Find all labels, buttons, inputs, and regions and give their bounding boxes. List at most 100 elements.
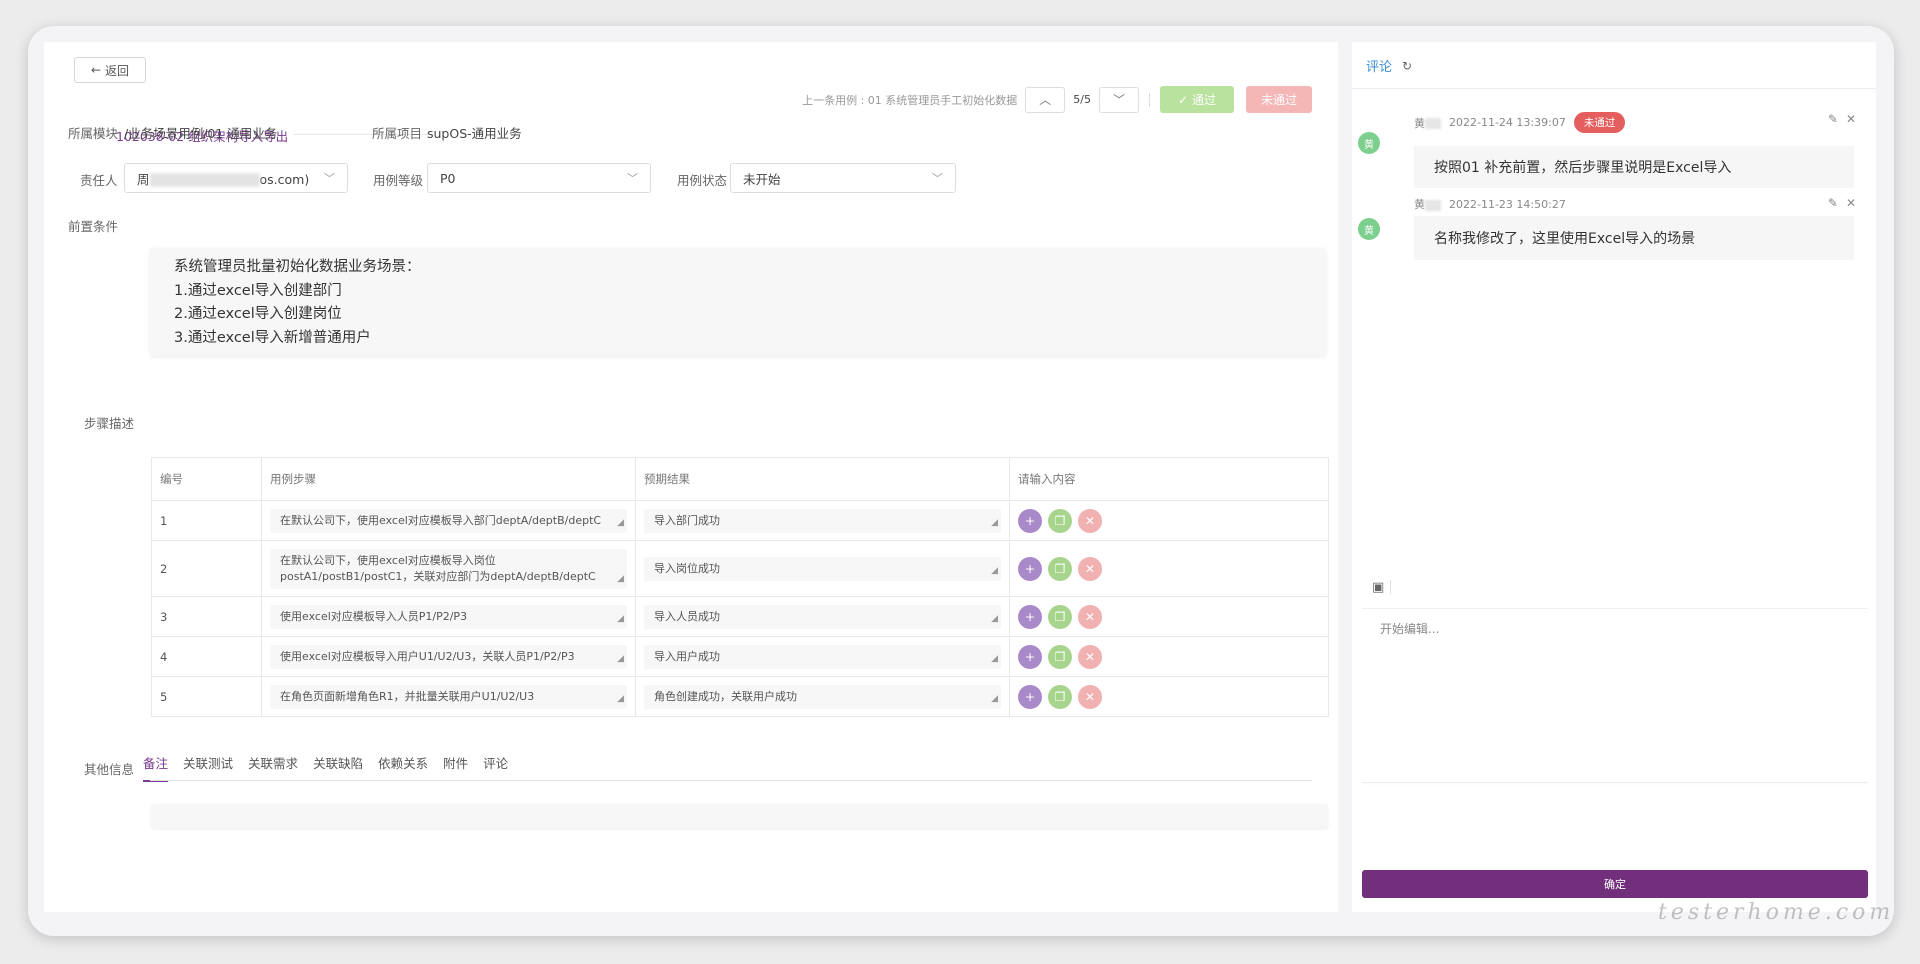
edit-icon[interactable]: ✎ [1828, 112, 1838, 126]
step-text: 在默认公司下，使用excel对应模板导入部门deptA/deptB/deptC [280, 513, 602, 527]
owner-select[interactable]: 周 os.com) ﹀ [124, 163, 348, 193]
resize-grip-icon[interactable]: ◢ [617, 691, 624, 707]
resize-grip-icon[interactable]: ◢ [617, 571, 624, 587]
check-icon: ✓ [1177, 92, 1189, 107]
trash-icon: ✕ [1084, 609, 1096, 624]
delete-step-button[interactable]: ✕ [1078, 604, 1102, 629]
toolbar-divider [1149, 92, 1150, 107]
back-button[interactable]: ← 返回 [74, 57, 146, 83]
close-icon[interactable]: ✕ [1846, 196, 1856, 210]
comments-header-divider [1352, 88, 1876, 89]
close-icon[interactable]: ✕ [1846, 112, 1856, 126]
delete-step-button[interactable]: ✕ [1078, 556, 1102, 581]
prev-case-link[interactable]: 上一条用例 : 01 系统管理员手工初始化数据 [802, 92, 1017, 108]
arrow-left-icon: ← [90, 63, 102, 77]
copy-icon: ❐ [1054, 689, 1066, 704]
plus-icon: + [1024, 689, 1036, 704]
step-input[interactable]: 在默认公司下，使用excel对应模板导入岗位postA1/postB1/post… [270, 548, 627, 589]
avatar: 黄 [1358, 218, 1380, 240]
comments-title: 评论 [1366, 60, 1393, 75]
tab-dependencies[interactable]: 依赖关系 [378, 754, 428, 782]
refresh-icon[interactable]: ↻ [1402, 59, 1412, 73]
expect-input[interactable]: 角色创建成功，关联用户成功 ◢ [644, 684, 1001, 709]
status-select[interactable]: 未开始 ﹀ [730, 163, 956, 193]
module-value: /业务场景用例/01 通用业务 [124, 126, 278, 141]
expect-input[interactable]: 导入岗位成功 ◢ [644, 556, 1001, 581]
watermark-text: testerhome.com [1658, 900, 1895, 925]
comment-author: 黄 [1414, 115, 1441, 131]
comment-editor[interactable]: 开始编辑... [1380, 620, 1439, 637]
delete-step-button[interactable]: ✕ [1078, 684, 1102, 709]
step-text: 在角色页面新增角色R1，并批量关联用户U1/U2/U3 [280, 689, 535, 703]
resize-grip-icon[interactable]: ◢ [617, 611, 624, 627]
delete-step-button[interactable]: ✕ [1078, 508, 1102, 533]
comment-item: 黄 黄 2022-11-23 14:50:27 ✎ ✕ 名称我修改了，这里使用E… [1358, 192, 1866, 272]
copy-step-button[interactable]: ❐ [1048, 644, 1072, 669]
resize-grip-icon[interactable]: ◢ [991, 691, 998, 707]
image-icon[interactable]: ▣ [1372, 580, 1384, 595]
level-select[interactable]: P0 ﹀ [427, 163, 651, 193]
comment-time: 2022-11-24 13:39:07 [1449, 116, 1566, 129]
tab-related-defects[interactable]: 关联缺陷 [313, 754, 363, 782]
copy-icon: ❐ [1054, 609, 1066, 624]
expect-input[interactable]: 导入部门成功 ◢ [644, 508, 1001, 533]
precond-editor[interactable]: 系统管理员批量初始化数据业务场景： 1.通过excel导入创建部门 2.通过ex… [150, 248, 1326, 356]
resize-grip-icon[interactable]: ◢ [617, 651, 624, 667]
resize-grip-icon[interactable]: ◢ [617, 515, 624, 531]
expect-input[interactable]: 导入用户成功 ◢ [644, 644, 1001, 669]
tab-comments[interactable]: 评论 [483, 754, 508, 782]
copy-step-button[interactable]: ❐ [1048, 604, 1072, 629]
avatar: 黄 [1358, 132, 1380, 154]
table-row: 1 在默认公司下，使用excel对应模板导入部门deptA/deptB/dept… [151, 500, 1329, 541]
step-input[interactable]: 使用excel对应模板导入人员P1/P2/P3 ◢ [270, 604, 627, 629]
copy-step-button[interactable]: ❐ [1048, 556, 1072, 581]
notes-editor[interactable] [151, 804, 1328, 828]
precond-label: 前置条件 [68, 219, 119, 234]
trash-icon: ✕ [1084, 561, 1096, 576]
step-input[interactable]: 使用excel对应模板导入用户U1/U2/U3，关联人员P1/P2/P3 ◢ [270, 644, 627, 669]
tab-related-tests[interactable]: 关联测试 [183, 754, 233, 782]
edit-icon[interactable]: ✎ [1828, 196, 1838, 210]
pass-button[interactable]: ✓ 通过 [1160, 86, 1234, 113]
expect-text: 导入部门成功 [654, 513, 720, 527]
step-text: 使用excel对应模板导入人员P1/P2/P3 [280, 609, 468, 623]
comment-author: 黄 [1414, 196, 1441, 212]
next-case-button[interactable]: ﹀ [1099, 86, 1139, 113]
add-step-button[interactable]: + [1018, 604, 1042, 629]
col-header-ops: 请输入内容 [1009, 457, 1329, 501]
precond-line: 系统管理员批量初始化数据业务场景： [174, 259, 421, 275]
status-value: 未开始 [743, 171, 781, 187]
expect-input[interactable]: 导入人员成功 ◢ [644, 604, 1001, 629]
confirm-button[interactable]: 确定 [1362, 870, 1868, 898]
table-row: 4 使用excel对应模板导入用户U1/U2/U3，关联人员P1/P2/P3 ◢ … [151, 636, 1329, 677]
trash-icon: ✕ [1084, 649, 1096, 664]
precond-line: 3.通过excel导入新增普通用户 [174, 329, 371, 346]
prev-case-button[interactable]: ︿ [1025, 86, 1066, 113]
add-step-button[interactable]: + [1018, 556, 1042, 581]
delete-step-button[interactable]: ✕ [1078, 644, 1102, 669]
tab-related-requirements[interactable]: 关联需求 [248, 754, 298, 782]
add-step-button[interactable]: + [1018, 644, 1042, 669]
owner-label: 责任人 [80, 173, 118, 188]
resize-grip-icon[interactable]: ◢ [991, 611, 998, 627]
copy-step-button[interactable]: ❐ [1048, 508, 1072, 533]
chevron-down-icon: ﹀ [1112, 93, 1125, 107]
add-step-button[interactable]: + [1018, 684, 1042, 709]
row-actions: + ❐ ✕ [1018, 684, 1320, 709]
resize-grip-icon[interactable]: ◢ [991, 515, 998, 531]
add-step-button[interactable]: + [1018, 508, 1042, 533]
level-label: 用例等级 [373, 173, 424, 188]
tab-notes[interactable]: 备注 [143, 754, 169, 782]
other-info-tabs: 其他信息 备注 关联测试 关联需求 关联缺陷 依赖关系 附件 评论 [84, 754, 523, 782]
col-header-expect: 预期结果 [635, 457, 1010, 501]
fail-button[interactable]: 未通过 [1246, 86, 1312, 113]
steps-label: 步骤描述 [84, 416, 135, 431]
toolbar-divider [1390, 580, 1391, 594]
step-no: 3 [151, 596, 262, 637]
step-input[interactable]: 在默认公司下，使用excel对应模板导入部门deptA/deptB/deptC ◢ [270, 508, 627, 533]
tab-attachments[interactable]: 附件 [443, 754, 468, 782]
copy-step-button[interactable]: ❐ [1048, 684, 1072, 709]
resize-grip-icon[interactable]: ◢ [991, 651, 998, 667]
step-input[interactable]: 在角色页面新增角色R1，并批量关联用户U1/U2/U3 ◢ [270, 684, 627, 709]
resize-grip-icon[interactable]: ◢ [991, 563, 998, 579]
